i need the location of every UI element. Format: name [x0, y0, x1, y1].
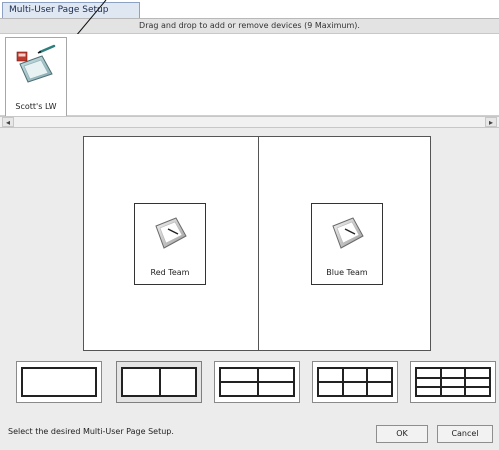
tablet-device-icon [332, 217, 364, 249]
scroll-left-icon[interactable]: ◂ [2, 117, 14, 127]
status-text: Select the desired Multi-User Page Setup… [8, 427, 174, 436]
preview-divider [258, 137, 259, 350]
team-label: Blue Team [326, 268, 368, 277]
team-card-blue[interactable]: Blue Team [311, 203, 383, 285]
layout-option-single[interactable] [16, 361, 102, 403]
layout-option-six-up[interactable] [312, 361, 398, 403]
window-title: Multi-User Page Setup [2, 2, 140, 18]
grid-line [417, 386, 489, 388]
layout-grid [415, 367, 491, 397]
page-preview: Red Team Blue Team [83, 136, 431, 351]
layout-option-four-up[interactable] [214, 361, 300, 403]
grid-line [159, 369, 161, 395]
grid-line [464, 369, 466, 395]
layout-grid [317, 367, 393, 397]
team-label: Red Team [150, 268, 190, 277]
device-tile[interactable]: Scott's LW [5, 37, 67, 117]
grid-line [417, 377, 489, 379]
scroll-right-icon[interactable]: ▸ [485, 117, 497, 127]
device-strip [0, 34, 499, 116]
layout-grid [21, 367, 97, 397]
horizontal-scrollbar[interactable]: ◂ ▸ [0, 116, 499, 128]
instruction-text: Drag and drop to add or remove devices (… [0, 18, 499, 34]
grid-line [221, 381, 293, 383]
layout-grid [219, 367, 295, 397]
layout-option-nine-up[interactable] [410, 361, 496, 403]
layout-option-two-up[interactable] [116, 361, 202, 403]
cancel-button[interactable]: Cancel [437, 425, 493, 443]
device-pen-pad-icon [16, 44, 56, 83]
ok-button[interactable]: OK [376, 425, 428, 443]
grid-line [319, 381, 391, 383]
tablet-device-icon [155, 217, 187, 249]
layout-grid [121, 367, 197, 397]
team-card-red[interactable]: Red Team [134, 203, 206, 285]
grid-line [440, 369, 442, 395]
device-label: Scott's LW [15, 102, 57, 111]
